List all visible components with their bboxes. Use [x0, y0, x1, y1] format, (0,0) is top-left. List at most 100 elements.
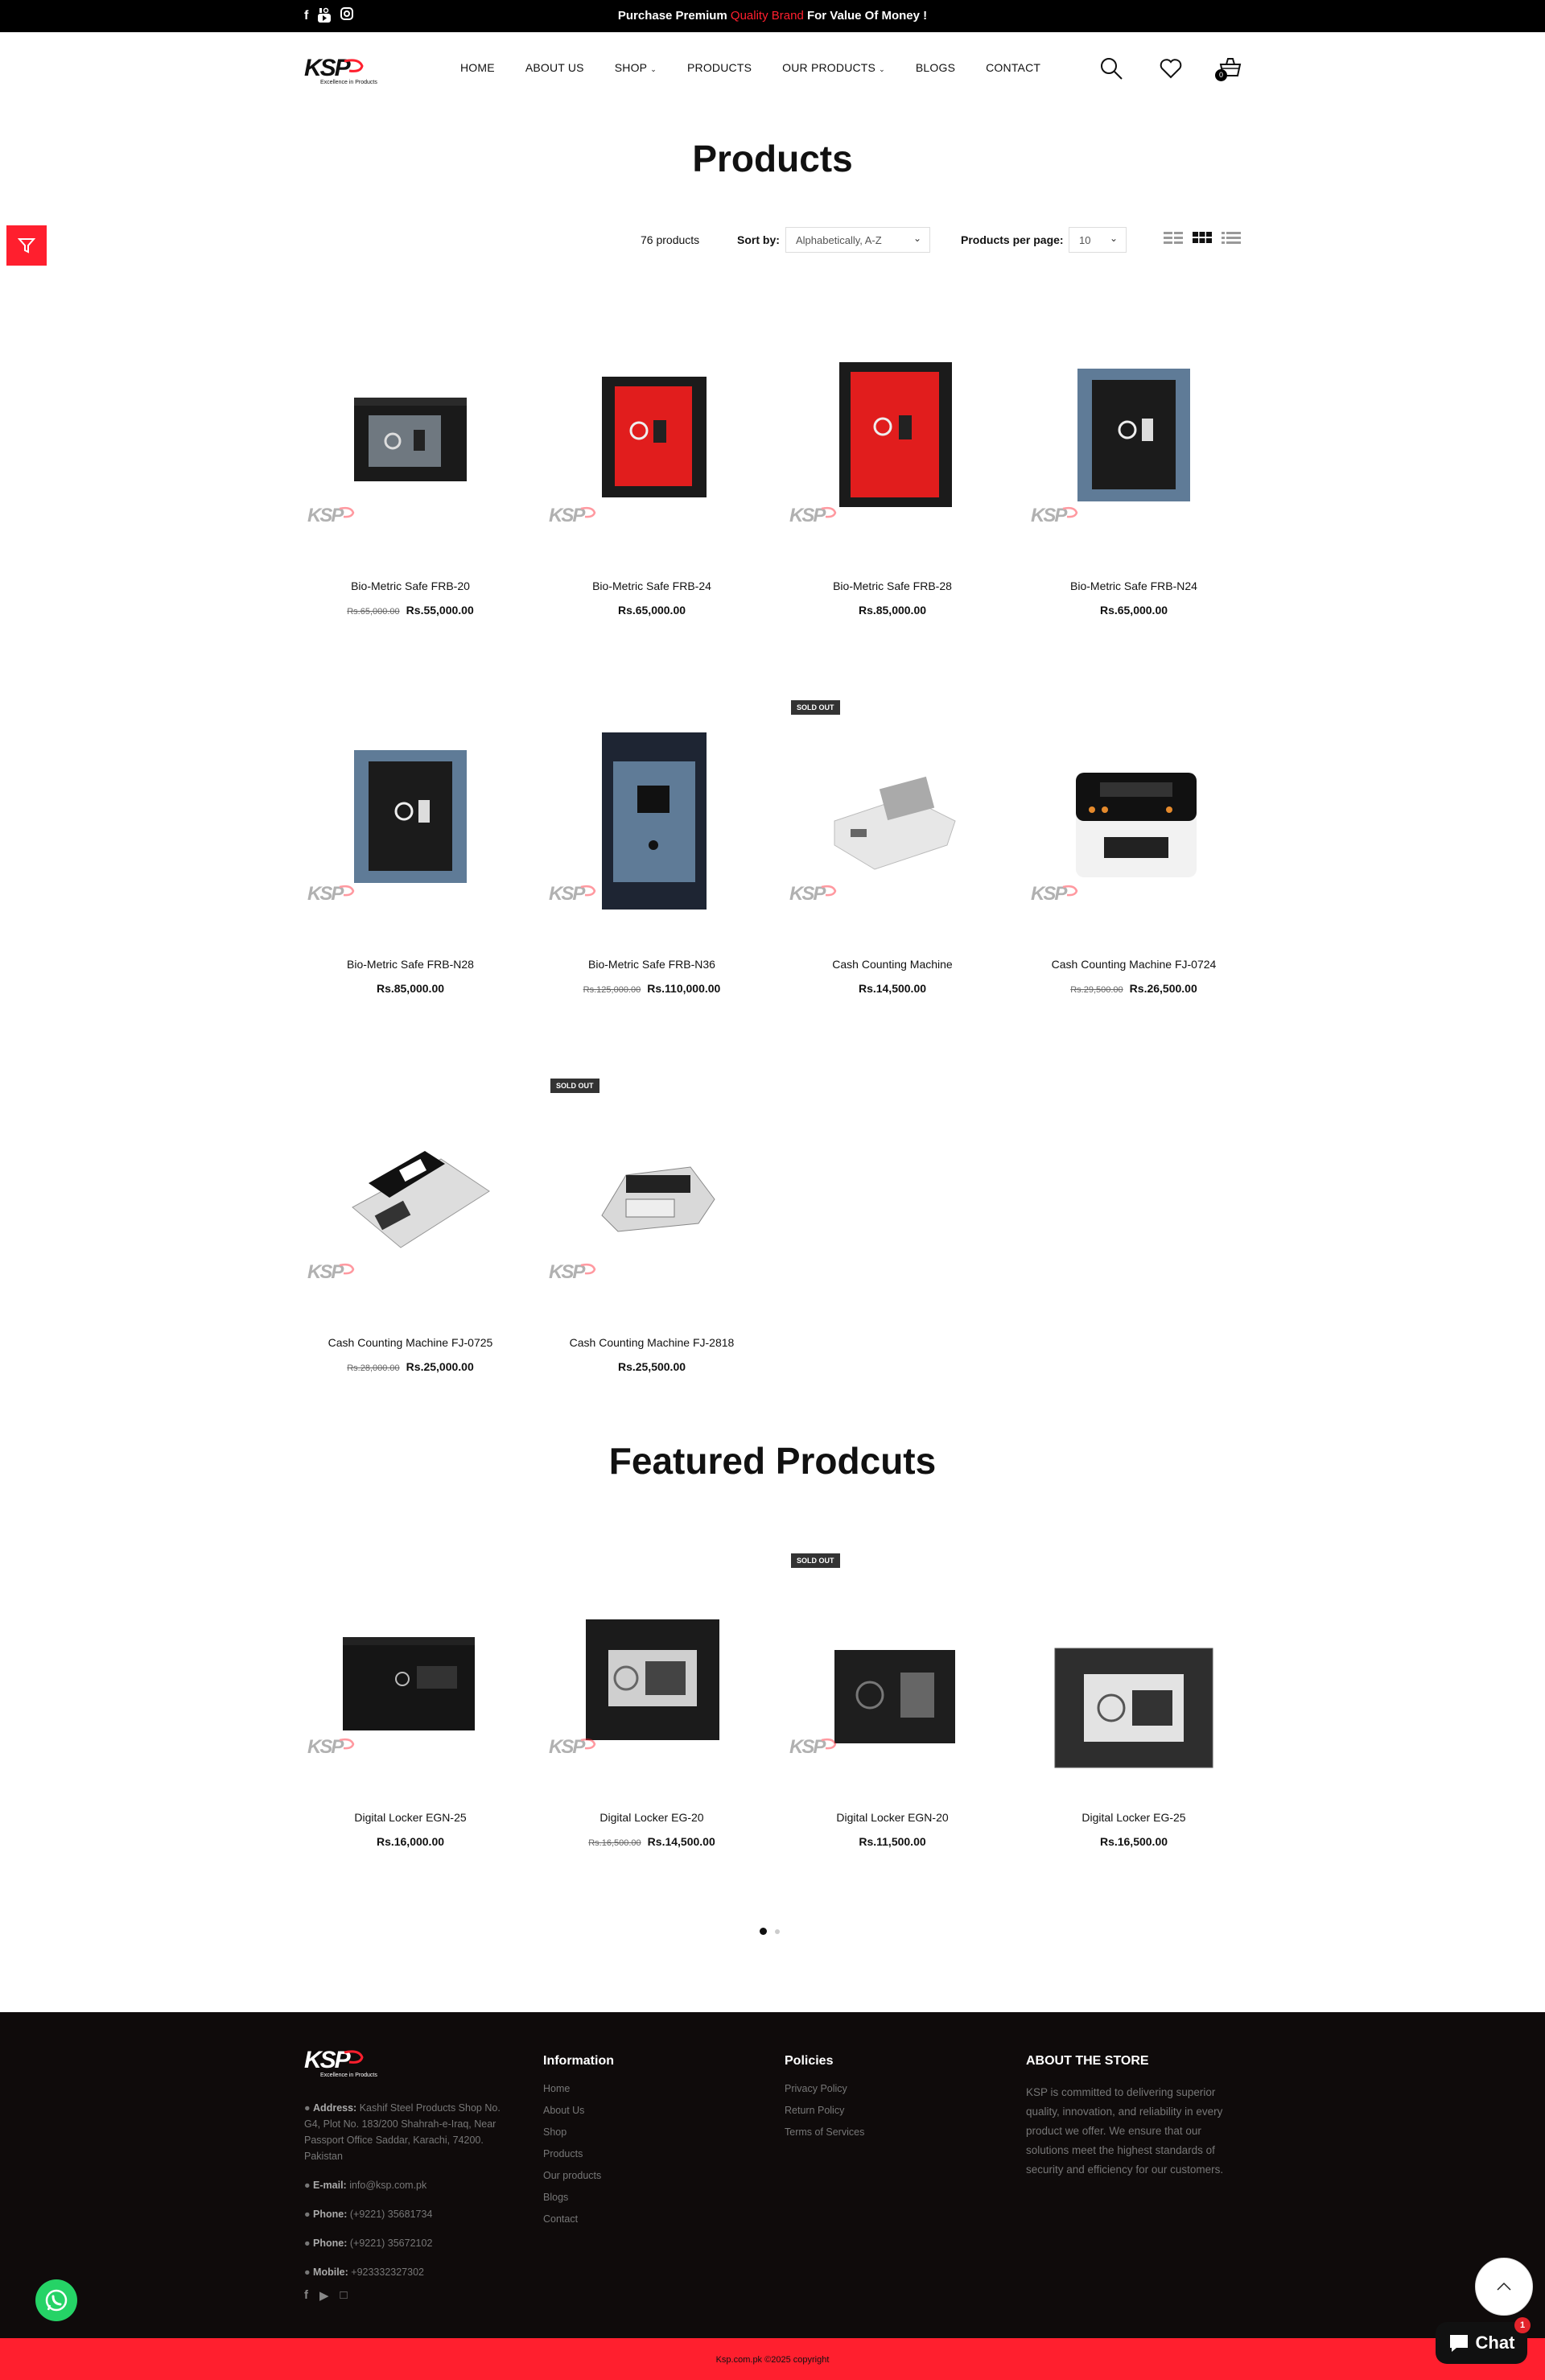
product-image[interactable]: KSP: [546, 708, 758, 921]
product-image[interactable]: [1028, 1561, 1240, 1774]
product-card[interactable]: Digital Locker EG-25 Rs.16,500.00: [1028, 1561, 1240, 1848]
instagram-icon[interactable]: □: [340, 2288, 348, 2303]
product-card[interactable]: KSP Digital Locker EGN-25 Rs.16,000.00: [304, 1561, 517, 1848]
product-image[interactable]: KSP: [1028, 330, 1240, 542]
carousel-dot-active[interactable]: [760, 1928, 767, 1935]
footer-link-about-us[interactable]: About Us: [543, 2105, 614, 2116]
carousel-dots: [760, 1928, 780, 1935]
nav-shop[interactable]: SHOP ⌄: [615, 61, 657, 74]
footer-email[interactable]: ● E-mail: info@ksp.com.pk: [304, 2177, 513, 2193]
product-image[interactable]: KSP: [546, 1561, 758, 1774]
youtube-icon[interactable]: ▶: [319, 2288, 329, 2303]
nav-blogs[interactable]: BLOGS: [916, 61, 955, 74]
product-image[interactable]: KSP: [546, 330, 758, 542]
product-card[interactable]: KSP Bio-Metric Safe FRB-20 Rs.65,000.00 Rs.…: [304, 330, 517, 617]
footer-logo[interactable]: KSP Excellence in Products: [304, 2046, 513, 2085]
product-image[interactable]: KSP: [304, 1561, 517, 1774]
product-title[interactable]: Bio-Metric Safe FRB-28: [786, 580, 999, 592]
product-card[interactable]: KSP SOLD OUT Cash Counting Machine Rs.14,50…: [786, 700, 999, 995]
chevron-down-icon: ⌄: [913, 233, 921, 244]
sort-label: Sort by:: [737, 233, 780, 246]
product-image[interactable]: KSP: [546, 1087, 758, 1299]
sale-price: Rs.26,500.00: [1129, 982, 1197, 995]
product-title[interactable]: Digital Locker EG-20: [546, 1811, 758, 1824]
footer-link-contact[interactable]: Contact: [543, 2213, 614, 2225]
product-card[interactable]: KSP Bio-Metric Safe FRB-N28 Rs.85,000.00: [304, 708, 517, 995]
product-price: Rs.25,500.00: [546, 1360, 758, 1373]
nav-products[interactable]: PRODUCTS: [687, 61, 752, 74]
svg-text:Excellence in Products: Excellence in Products: [320, 2073, 377, 2078]
product-image[interactable]: KSP: [786, 1561, 999, 1774]
product-card[interactable]: KSP Digital Locker EG-20 Rs.16,500.00 Rs.14…: [546, 1561, 758, 1848]
chat-unread-badge: 1: [1514, 2317, 1531, 2333]
list-view-icon[interactable]: [1222, 230, 1241, 245]
product-title[interactable]: Cash Counting Machine FJ-0725: [304, 1336, 517, 1349]
filter-button[interactable]: [6, 225, 47, 266]
footer-information-title: Information: [543, 2054, 614, 2068]
footer-link-home[interactable]: Home: [543, 2083, 614, 2094]
facebook-icon[interactable]: f: [304, 2288, 308, 2303]
site-footer: KSP Excellence in Products ● Address: Ka…: [0, 2012, 1545, 2338]
product-card[interactable]: KSP Bio-Metric Safe FRB-N36 Rs.125,000.00 R…: [546, 708, 758, 995]
wishlist-heart-icon[interactable]: [1159, 56, 1183, 80]
product-card[interactable]: KSP Cash Counting Machine FJ-0725 Rs.28,00…: [304, 1087, 517, 1373]
product-card[interactable]: KSP SOLD OUT Cash Counting Machine FJ-2818…: [546, 1079, 758, 1373]
grid-3-view-icon[interactable]: [1193, 230, 1212, 245]
product-card[interactable]: KSP SOLD OUT Digital Locker EGN-20 Rs.11,50…: [786, 1553, 999, 1848]
product-title[interactable]: Bio-Metric Safe FRB-N24: [1028, 580, 1240, 592]
product-card[interactable]: KSP Bio-Metric Safe FRB-24 Rs.65,000.00: [546, 330, 758, 617]
nav-contact[interactable]: CONTACT: [986, 61, 1040, 74]
footer-link-privacy[interactable]: Privacy Policy: [785, 2083, 864, 2094]
whatsapp-button[interactable]: [35, 2279, 77, 2321]
footer-mobile[interactable]: ● Mobile: +923332327302: [304, 2264, 513, 2280]
footer-link-terms[interactable]: Terms of Services: [785, 2126, 864, 2138]
sale-price: Rs.14,500.00: [647, 1835, 715, 1848]
footer-about-text: KSP is committed to delivering superior …: [1026, 2086, 1224, 2176]
product-title[interactable]: Bio-Metric Safe FRB-24: [546, 580, 758, 592]
product-title[interactable]: Digital Locker EG-25: [1028, 1811, 1240, 1824]
promo-text: Purchase Premium Quality Brand For Value…: [617, 9, 928, 23]
product-title[interactable]: Cash Counting Machine FJ-2818: [546, 1336, 758, 1349]
cart-icon[interactable]: 0: [1215, 56, 1242, 81]
svg-text:KSP: KSP: [549, 1261, 586, 1283]
product-image[interactable]: KSP: [1028, 708, 1240, 921]
search-icon[interactable]: [1099, 56, 1123, 80]
product-card[interactable]: KSP Cash Counting Machine FJ-0724 Rs.29,50…: [1028, 708, 1240, 995]
nav-our-products[interactable]: OUR PRODUCTS ⌄: [782, 61, 885, 74]
carousel-dot[interactable]: [775, 1928, 780, 1934]
per-page-select[interactable]: 10 ⌄: [1069, 227, 1127, 253]
chat-button[interactable]: Chat 1: [1436, 2317, 1531, 2364]
back-to-top-button[interactable]: [1475, 2258, 1533, 2316]
product-title[interactable]: Cash Counting Machine FJ-0724: [1028, 958, 1240, 971]
product-title[interactable]: Cash Counting Machine: [786, 958, 999, 971]
product-card[interactable]: KSP Bio-Metric Safe FRB-N24 Rs.65,000.00: [1028, 330, 1240, 617]
product-image[interactable]: KSP: [304, 708, 517, 921]
product-image[interactable]: KSP: [786, 330, 999, 542]
compare-at-price: Rs.125,000.00: [583, 985, 641, 995]
product-title[interactable]: Bio-Metric Safe FRB-N28: [304, 958, 517, 971]
nav-home[interactable]: HOME: [460, 61, 495, 74]
ksp-watermark-logo: KSP: [549, 1261, 596, 1283]
footer-link-products[interactable]: Products: [543, 2148, 614, 2159]
product-title[interactable]: Digital Locker EGN-20: [786, 1811, 999, 1824]
sort-select[interactable]: Alphabetically, A-Z ⌄: [785, 227, 930, 253]
ksp-logo[interactable]: KSP Excellence in Products: [304, 55, 378, 87]
product-card[interactable]: KSP Bio-Metric Safe FRB-28 Rs.85,000.00: [786, 330, 999, 617]
product-title[interactable]: Bio-Metric Safe FRB-N36: [546, 958, 758, 971]
svg-text:KSP: KSP: [304, 2047, 352, 2073]
footer-phone-2[interactable]: ● Phone: (+9221) 35672102: [304, 2235, 513, 2251]
product-title[interactable]: Bio-Metric Safe FRB-20: [304, 580, 517, 592]
footer-link-shop[interactable]: Shop: [543, 2126, 614, 2138]
product-image[interactable]: KSP: [786, 708, 999, 921]
sale-price: Rs.16,000.00: [376, 1835, 445, 1848]
footer-link-return[interactable]: Return Policy: [785, 2105, 864, 2116]
footer-link-our-products[interactable]: Our products: [543, 2170, 614, 2181]
grid-2-view-icon[interactable]: [1164, 230, 1183, 245]
compare-at-price: Rs.29,500.00: [1070, 985, 1123, 995]
nav-about-us[interactable]: ABOUT US: [525, 61, 584, 74]
footer-link-blogs[interactable]: Blogs: [543, 2192, 614, 2203]
product-title[interactable]: Digital Locker EGN-25: [304, 1811, 517, 1824]
footer-phone-1[interactable]: ● Phone: (+9221) 35681734: [304, 2206, 513, 2222]
product-image[interactable]: KSP: [304, 1087, 517, 1299]
product-image[interactable]: KSP: [304, 330, 517, 542]
